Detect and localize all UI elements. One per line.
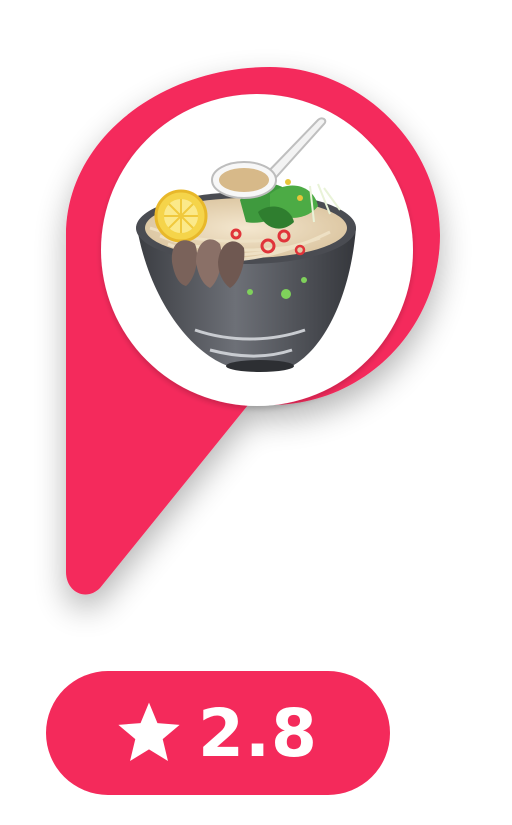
rating-value: 2.8 — [198, 695, 318, 772]
location-pin-graphic — [66, 67, 440, 595]
location-pin[interactable] — [0, 0, 512, 640]
map-marker-card: 2.8 — [0, 0, 512, 825]
rating-badge: 2.8 — [46, 671, 390, 795]
star-icon — [118, 702, 180, 761]
